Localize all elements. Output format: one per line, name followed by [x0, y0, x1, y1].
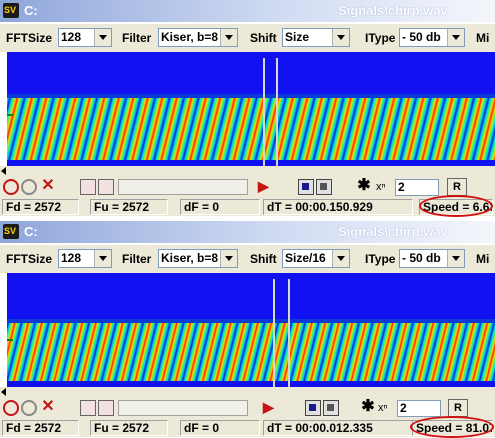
zoom-in-icon[interactable] [3, 179, 19, 195]
spectrogram-image [7, 52, 495, 166]
chevron-down-icon[interactable] [332, 29, 349, 46]
chevron-down-icon[interactable] [94, 250, 111, 267]
horizontal-scrollbar[interactable] [0, 387, 495, 397]
chart-view-icon[interactable] [80, 400, 96, 416]
r-button[interactable]: R [448, 399, 468, 417]
title-bar[interactable]: SV C: Signals\chirp.wav [0, 221, 495, 243]
spectrogram-window-2: SV C: Signals\chirp.wav FFTSize 128 Filt… [0, 221, 495, 438]
fu-value: Fu = 2572 [90, 199, 168, 215]
fftsize-select[interactable]: 128 [58, 28, 112, 47]
shift-label: Shift [250, 31, 277, 45]
shift-select[interactable]: Size [282, 28, 350, 47]
fu-value: Fu = 2572 [90, 420, 168, 436]
title-drive: C: [24, 3, 38, 18]
toolbar: FFTSize 128 Filter Kiser, b=8 Shift Size… [0, 245, 495, 273]
chart-view-alt-icon[interactable] [98, 179, 114, 195]
export-icon[interactable]: ▶ [263, 400, 279, 416]
spectrogram-plot[interactable] [7, 52, 495, 166]
chevron-down-icon[interactable] [447, 250, 464, 267]
title-bar[interactable]: SV C: Signals\chirp.wav [0, 0, 495, 22]
chevron-down-icon[interactable] [447, 29, 464, 46]
stop-button[interactable] [323, 400, 339, 416]
control-bar: ✕ ▶ ✱ xⁿ 2 R [0, 397, 495, 419]
filter-label: Filter [122, 252, 152, 266]
chart-view-icon[interactable] [80, 179, 96, 195]
asterisk-icon[interactable]: ✱ [360, 399, 376, 416]
scroll-left-icon[interactable] [1, 388, 6, 396]
left-cursor-line[interactable] [263, 58, 265, 166]
fd-value: Fd = 2572 [2, 420, 79, 436]
toolbar: FFTSize 128 Filter Kiser, b=8 Shift Size… [0, 24, 495, 52]
title-file: Signals\chirp.wav [338, 224, 448, 239]
itype-label: IType [365, 252, 396, 266]
power-icon[interactable]: xⁿ [378, 400, 396, 416]
asterisk-icon[interactable]: ✱ [356, 178, 372, 195]
fftsize-label: FFTSize [6, 31, 53, 45]
chart-view-alt-icon[interactable] [98, 400, 114, 416]
power-icon[interactable]: xⁿ [376, 179, 394, 195]
chevron-down-icon[interactable] [94, 29, 111, 46]
axis-tick [7, 339, 13, 341]
chevron-down-icon[interactable] [220, 29, 237, 46]
fftsize-select[interactable]: 128 [58, 249, 112, 268]
r-button[interactable]: R [447, 178, 467, 196]
itype-select[interactable]: - 50 db [399, 249, 465, 268]
spectrogram-window-1: SV C: Signals\chirp.wav FFTSize 128 Filt… [0, 0, 495, 217]
export-icon[interactable]: ▶ [258, 179, 274, 195]
close-zoom-icon[interactable]: ✕ [40, 178, 56, 195]
left-cursor-line[interactable] [273, 279, 275, 387]
speed-highlight [410, 416, 494, 438]
play-button[interactable] [298, 179, 314, 195]
axis-tick [7, 114, 13, 116]
zoom-in-icon[interactable] [3, 400, 19, 416]
shift-label: Shift [250, 252, 277, 266]
more-label: Mi [476, 31, 490, 45]
app-icon: SV [3, 3, 19, 18]
scroll-left-icon[interactable] [1, 167, 6, 175]
df-value: dF = 0 [180, 420, 260, 436]
chevron-down-icon[interactable] [332, 250, 349, 267]
filter-label: Filter [122, 31, 152, 45]
dt-value: dT = 00:00.150.929 [263, 199, 413, 215]
chevron-down-icon[interactable] [220, 250, 237, 267]
horizontal-scrollbar[interactable] [0, 166, 495, 176]
right-cursor-line[interactable] [276, 58, 278, 166]
power-input[interactable]: 2 [395, 179, 439, 196]
power-input[interactable]: 2 [397, 400, 441, 417]
position-slider[interactable] [118, 179, 248, 195]
play-button[interactable] [305, 400, 321, 416]
spectrogram-plot[interactable] [7, 273, 495, 387]
zoom-out-icon[interactable] [21, 179, 37, 195]
stop-button[interactable] [316, 179, 332, 195]
itype-select[interactable]: - 50 db [399, 28, 465, 47]
fftsize-label: FFTSize [6, 252, 53, 266]
close-zoom-icon[interactable]: ✕ [40, 399, 56, 416]
speed-highlight [419, 195, 493, 217]
right-cursor-line[interactable] [288, 279, 290, 387]
app-icon: SV [3, 224, 19, 239]
status-bar: Fd = 2572 Fu = 2572 dF = 0 dT = 00:00.01… [0, 416, 495, 438]
title-drive: C: [24, 224, 38, 239]
spectrogram-image [7, 273, 495, 387]
fd-value: Fd = 2572 [2, 199, 79, 215]
shift-select[interactable]: Size/16 [282, 249, 350, 268]
itype-label: IType [365, 31, 396, 45]
status-bar: Fd = 2572 Fu = 2572 dF = 0 dT = 00:00.15… [0, 195, 495, 217]
filter-select[interactable]: Kiser, b=8 [158, 28, 238, 47]
zoom-out-icon[interactable] [21, 400, 37, 416]
df-value: dF = 0 [180, 199, 260, 215]
dt-value: dT = 00:00.012.335 [263, 420, 413, 436]
position-slider[interactable] [118, 400, 248, 416]
more-label: Mi [476, 252, 490, 266]
control-bar: ✕ ▶ ✱ xⁿ 2 R [0, 176, 495, 198]
filter-select[interactable]: Kiser, b=8 [158, 249, 238, 268]
title-file: Signals\chirp.wav [338, 3, 448, 18]
